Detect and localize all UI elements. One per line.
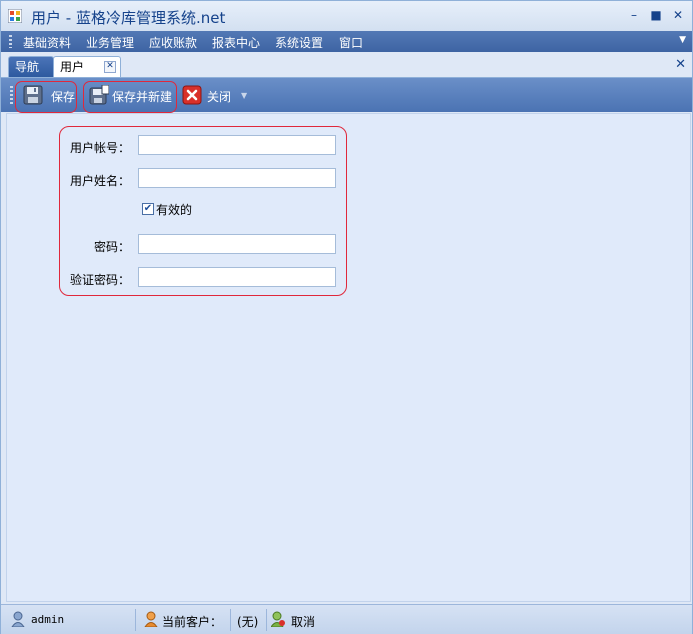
password-label: 密码： <box>93 240 130 254</box>
save-label: 保存 <box>51 90 76 104</box>
active-label: 有效的 <box>156 203 193 217</box>
window-close-button[interactable]: ✕ <box>668 6 688 24</box>
toolbar: 保存 保存并新建 关闭 ▼ <box>1 78 692 113</box>
menu-item-business[interactable]: 业务管理 <box>86 34 134 51</box>
red-x-close-icon <box>182 85 202 105</box>
name-label: 用户姓名： <box>69 174 130 188</box>
account-label: 用户帐号： <box>69 141 130 155</box>
current-user: admin <box>31 613 65 626</box>
user-form: 用户帐号： 用户姓名： ✔ 有效的 密码： 验证密码： <box>59 126 347 296</box>
cancel-link[interactable]: 取消 <box>291 613 315 630</box>
menu-item-basic-data[interactable]: 基础资料 <box>23 34 71 51</box>
tab-navigation[interactable]: 导航 <box>8 56 54 77</box>
confirm-password-input[interactable] <box>138 267 336 287</box>
toolbar-grip-handle[interactable] <box>10 86 13 104</box>
menu-item-window[interactable]: 窗口 <box>339 34 363 51</box>
save-and-new-button[interactable]: 保存并新建 <box>85 82 175 108</box>
status-divider <box>266 609 267 631</box>
name-input[interactable] <box>138 168 336 188</box>
app-window-icon <box>8 9 22 23</box>
menu-item-reports[interactable]: 报表中心 <box>212 34 260 51</box>
menu-item-receivables[interactable]: 应收账款 <box>149 34 197 51</box>
user-icon <box>11 611 25 627</box>
tab-close-icon[interactable]: ✕ <box>104 61 116 73</box>
restore-button[interactable]: ■ <box>646 6 666 24</box>
confirm-password-label: 验证密码： <box>69 273 130 287</box>
cancel-customer-icon <box>271 611 285 627</box>
tab-strip: 导航 用户 ✕ ✕ <box>1 52 692 78</box>
save-new-icon <box>89 85 109 105</box>
menu-grip-handle[interactable] <box>9 35 12 48</box>
status-bar: admin 当前客户： (无) 取消 <box>1 604 692 634</box>
save-button[interactable]: 保存 <box>19 82 75 108</box>
menu-item-settings[interactable]: 系统设置 <box>275 34 323 51</box>
menu-overflow-icon[interactable]: ▼ <box>679 35 686 45</box>
customer-icon <box>144 611 158 627</box>
status-divider <box>135 609 136 631</box>
save-and-new-label: 保存并新建 <box>112 90 173 104</box>
window-title: 用户 - 蓝格冷库管理系统.net <box>31 9 226 27</box>
menu-bar: 基础资料 业务管理 应收账款 报表中心 系统设置 窗口 ▼ <box>1 31 692 52</box>
tab-label: 用户 <box>60 60 85 74</box>
close-all-tabs-icon[interactable]: ✕ <box>675 57 686 72</box>
customer-value: (无) <box>237 615 259 629</box>
content-area: 用户帐号： 用户姓名： ✔ 有效的 密码： 验证密码： <box>6 113 691 602</box>
close-button[interactable]: 关闭 <box>178 82 234 108</box>
customer-label: 当前客户： <box>162 615 223 629</box>
account-input[interactable] <box>138 135 336 155</box>
password-input[interactable] <box>138 234 336 254</box>
close-label: 关闭 <box>207 90 232 104</box>
active-checkbox[interactable]: ✔ <box>142 203 154 215</box>
status-divider <box>230 609 231 631</box>
minimize-button[interactable]: – <box>624 6 644 24</box>
tab-label: 导航 <box>15 60 40 74</box>
toolbar-dropdown-icon[interactable]: ▼ <box>241 91 247 100</box>
tab-user[interactable]: 用户 ✕ <box>53 56 121 77</box>
floppy-disk-icon <box>23 85 43 105</box>
title-bar: 用户 - 蓝格冷库管理系统.net – ■ ✕ <box>1 1 692 31</box>
app-window: 用户 - 蓝格冷库管理系统.net – ■ ✕ 基础资料 业务管理 应收账款 报… <box>0 0 693 634</box>
